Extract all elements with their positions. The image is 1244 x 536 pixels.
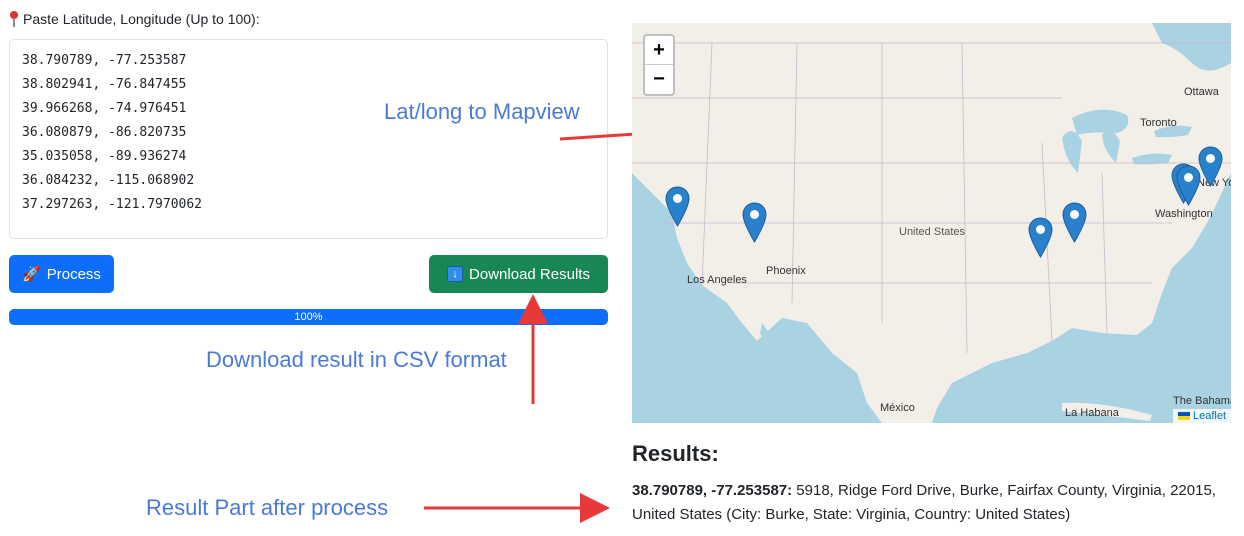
attribution-link[interactable]: Leaflet — [1193, 410, 1226, 422]
coordinate-line: 35.035058, -89.936274 — [22, 149, 187, 164]
process-button-label: Process — [46, 265, 101, 283]
download-results-button[interactable]: ↓ Download Results — [429, 255, 608, 293]
results-title: Results: — [632, 441, 719, 466]
coordinate-line: 38.790789, -77.253587 — [22, 53, 187, 68]
map-marker-icon[interactable] — [1028, 217, 1053, 258]
rocket-icon: 🚀 — [22, 266, 41, 283]
ukraine-flag-icon — [1177, 412, 1190, 420]
map-view[interactable]: + − Ottawa Toronto New York Washington U… — [632, 23, 1231, 423]
progress-bar: 100% — [9, 309, 608, 325]
result-item: 38.790789, -77.253587: 5918, Ridge Ford … — [632, 479, 1222, 527]
zoom-out-button[interactable]: − — [645, 65, 673, 94]
map-marker-icon[interactable] — [1062, 202, 1087, 243]
annotation-map: Lat/long to Mapview — [384, 99, 580, 124]
map-label-phoenix: Phoenix — [766, 265, 806, 277]
coordinate-line: 38.802941, -76.847455 — [22, 77, 187, 92]
map-label-bahamas: The Bahamas — [1173, 395, 1231, 407]
download-button-label: Download Results — [469, 265, 590, 283]
map-base — [632, 23, 1231, 423]
map-marker-icon[interactable] — [742, 202, 767, 243]
download-arrow-icon: ↓ — [447, 266, 464, 282]
annotation-result: Result Part after process — [146, 495, 389, 520]
process-button[interactable]: 🚀 Process — [9, 255, 114, 293]
annotation-csv: Download result in CSV format — [206, 347, 507, 372]
map-label-ottawa: Ottawa — [1184, 86, 1219, 98]
gulf-of-california — [760, 323, 799, 382]
map-marker-icon[interactable] — [665, 186, 690, 227]
result-coords: 38.790789, -77.253587: — [632, 482, 793, 499]
map-marker-icon[interactable] — [1198, 146, 1223, 187]
map-attribution[interactable]: Leaflet — [1172, 409, 1231, 423]
coordinates-label-text: Paste Latitude, Longitude (Up to 100): — [23, 11, 260, 27]
map-label-mexico: México — [880, 402, 915, 414]
progress-bar-fill: 100% — [9, 309, 608, 325]
map-label-la-habana: La Habana — [1065, 407, 1119, 419]
map-label-united-states: United States — [899, 226, 966, 238]
pushpin-icon — [9, 10, 19, 28]
map-label-washington: Washington — [1155, 208, 1213, 220]
coordinate-line: 37.297263, -121.7970062 — [22, 197, 203, 212]
coordinate-line: 36.084232, -115.068902 — [22, 173, 195, 188]
map-label-los-angeles: Los Angeles — [687, 274, 747, 286]
coordinates-textarea[interactable]: 38.790789, -77.253587 38.802941, -76.847… — [9, 39, 608, 239]
coordinates-label: Paste Latitude, Longitude (Up to 100): — [9, 10, 260, 28]
map-label-toronto: Toronto — [1140, 117, 1177, 129]
zoom-in-button[interactable]: + — [645, 36, 673, 65]
zoom-control: + − — [643, 34, 675, 96]
